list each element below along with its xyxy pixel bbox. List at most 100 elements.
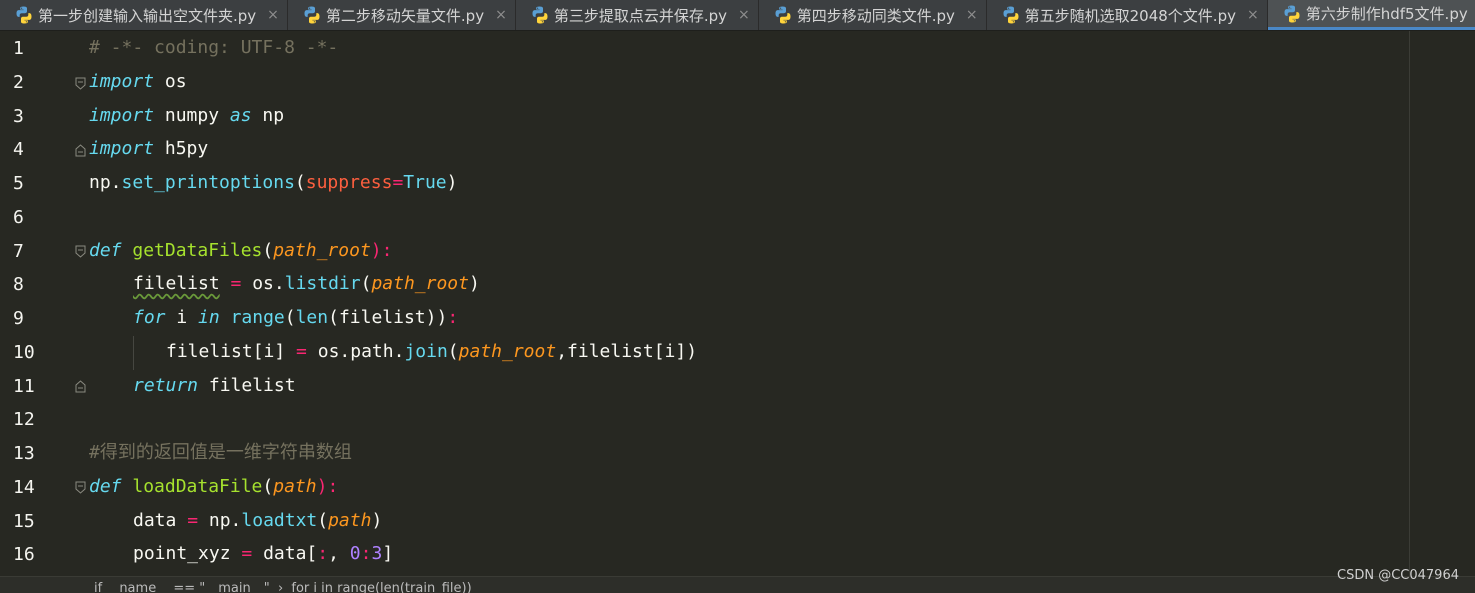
tab-step3[interactable]: 第三步提取点云并保存.py × bbox=[516, 0, 759, 30]
tab-label: 第二步移动矢量文件.py bbox=[326, 5, 484, 26]
code-parameter: path bbox=[273, 476, 316, 497]
tab-step5[interactable]: 第五步随机选取2048个文件.py × bbox=[987, 0, 1268, 30]
fold-marker-icon[interactable] bbox=[75, 144, 86, 157]
code-line-11: return filelist bbox=[133, 369, 296, 403]
line-number: 1 bbox=[0, 32, 58, 66]
code-builtin: len bbox=[296, 307, 329, 328]
tab-label: 第一步创建输入输出空文件夹.py bbox=[38, 5, 256, 26]
code-parameter: path_root bbox=[459, 341, 557, 362]
code-text: ) bbox=[447, 172, 458, 193]
tab-step2[interactable]: 第二步移动矢量文件.py × bbox=[288, 0, 516, 30]
code-keyword: def bbox=[89, 240, 122, 261]
code-text: ) bbox=[371, 510, 382, 531]
code-text: filelist bbox=[198, 375, 296, 396]
tab-step1[interactable]: 第一步创建输入输出空文件夹.py × bbox=[0, 0, 288, 30]
line-number: 4 bbox=[0, 133, 58, 167]
code-text bbox=[220, 307, 231, 328]
tab-label: 第五步随机选取2048个文件.py bbox=[1025, 5, 1236, 26]
code-function: loadtxt bbox=[241, 510, 317, 531]
code-text: ( bbox=[262, 240, 273, 261]
line-number: 10 bbox=[0, 336, 58, 370]
line-number: 16 bbox=[0, 538, 58, 572]
code-text: ( bbox=[448, 341, 459, 362]
code-line-14: def loadDataFile(path): bbox=[89, 470, 338, 504]
code-comment: #得到的返回值是一维字符串数组 bbox=[89, 442, 352, 463]
line-number: 6 bbox=[0, 201, 58, 235]
code-operator: : bbox=[447, 307, 458, 328]
close-icon[interactable]: × bbox=[1243, 7, 1263, 23]
code-line-3: import numpy as np bbox=[89, 99, 284, 133]
line-number: 8 bbox=[0, 268, 58, 302]
breadcrumb[interactable]: if __name__ == "__main__" › for i in ran… bbox=[94, 581, 472, 593]
code-function-name: getDataFiles bbox=[122, 240, 263, 261]
code-text: filelist[i] bbox=[166, 341, 285, 362]
code-variable: data bbox=[133, 510, 176, 531]
code-kwarg: suppress bbox=[306, 172, 393, 193]
code-text: os.path. bbox=[318, 341, 405, 362]
python-file-icon bbox=[1001, 5, 1021, 25]
code-text: ( bbox=[285, 307, 296, 328]
line-number: 14 bbox=[0, 471, 58, 505]
code-operator: : bbox=[361, 543, 372, 564]
code-keyword: return bbox=[133, 375, 198, 396]
code-variable: point_xyz bbox=[133, 543, 231, 564]
code-text: os bbox=[154, 71, 187, 92]
code-text: np bbox=[252, 105, 285, 126]
code-function: join bbox=[404, 341, 447, 362]
watermark: CSDN @CC047964 bbox=[1337, 568, 1459, 583]
fold-marker-icon[interactable] bbox=[75, 245, 86, 258]
code-text: ): bbox=[371, 240, 393, 261]
indent-guide bbox=[133, 336, 134, 370]
code-line-2: import os bbox=[89, 65, 187, 99]
fold-marker-icon[interactable] bbox=[75, 77, 86, 90]
tab-step4[interactable]: 第四步移动同类文件.py × bbox=[759, 0, 987, 30]
code-keyword: in bbox=[198, 307, 220, 328]
code-keyword: for bbox=[133, 307, 166, 328]
fold-marker-icon[interactable] bbox=[75, 481, 86, 494]
code-comment: # -*- coding: UTF-8 -*- bbox=[89, 37, 338, 58]
tab-step6[interactable]: 第六步制作hdf5文件.py × bbox=[1268, 0, 1475, 30]
line-number-gutter: 1 2 3 4 5 6 7 8 9 10 11 12 13 14 15 16 bbox=[0, 31, 58, 576]
right-margin-guide bbox=[1409, 31, 1410, 576]
line-number: 11 bbox=[0, 370, 58, 404]
code-text: data[ bbox=[263, 543, 317, 564]
code-variable: filelist bbox=[133, 273, 220, 294]
code-parameter: path_root bbox=[371, 273, 469, 294]
breadcrumb-bar: if __name__ == "__main__" › for i in ran… bbox=[0, 576, 1475, 593]
code-constant: True bbox=[403, 172, 446, 193]
code-text: (filelist)) bbox=[328, 307, 447, 328]
tab-label: 第三步提取点云并保存.py bbox=[554, 5, 727, 26]
code-number: 3 bbox=[371, 543, 382, 564]
code-text: ( bbox=[317, 510, 328, 531]
python-file-icon bbox=[1282, 4, 1302, 24]
python-file-icon bbox=[302, 5, 322, 25]
code-keyword: import bbox=[89, 105, 154, 126]
code-editor[interactable]: # -*- coding: UTF-8 -*- import os import… bbox=[89, 31, 1405, 576]
code-line-5: np.set_printoptions(suppress=True) bbox=[89, 166, 458, 200]
code-text: os. bbox=[252, 273, 285, 294]
code-text: ( bbox=[262, 476, 273, 497]
python-file-icon bbox=[530, 5, 550, 25]
code-text: np. bbox=[209, 510, 242, 531]
close-icon[interactable]: × bbox=[263, 7, 283, 23]
editor-tab-bar: 第一步创建输入输出空文件夹.py × 第二步移动矢量文件.py × 第三步提取点… bbox=[0, 0, 1475, 31]
close-icon[interactable]: × bbox=[734, 7, 754, 23]
code-text: , bbox=[328, 543, 350, 564]
code-number: 0 bbox=[350, 543, 361, 564]
close-icon[interactable]: × bbox=[491, 7, 511, 23]
code-text: ( bbox=[295, 172, 306, 193]
python-file-icon bbox=[14, 5, 34, 25]
code-parameter: path bbox=[328, 510, 371, 531]
code-line-7: def getDataFiles(path_root): bbox=[89, 234, 392, 268]
code-line-10: filelist[i] = os.path.join(path_root,fil… bbox=[166, 335, 697, 369]
code-text: numpy bbox=[154, 105, 230, 126]
code-line-15: data = np.loadtxt(path) bbox=[133, 504, 382, 538]
fold-marker-icon[interactable] bbox=[75, 380, 86, 393]
close-icon[interactable]: × bbox=[962, 7, 982, 23]
code-function: listdir bbox=[285, 273, 361, 294]
line-number: 3 bbox=[0, 100, 58, 134]
tab-label: 第六步制作hdf5文件.py bbox=[1306, 3, 1468, 24]
code-text: np. bbox=[89, 172, 122, 193]
python-file-icon bbox=[773, 5, 793, 25]
line-number: 5 bbox=[0, 167, 58, 201]
